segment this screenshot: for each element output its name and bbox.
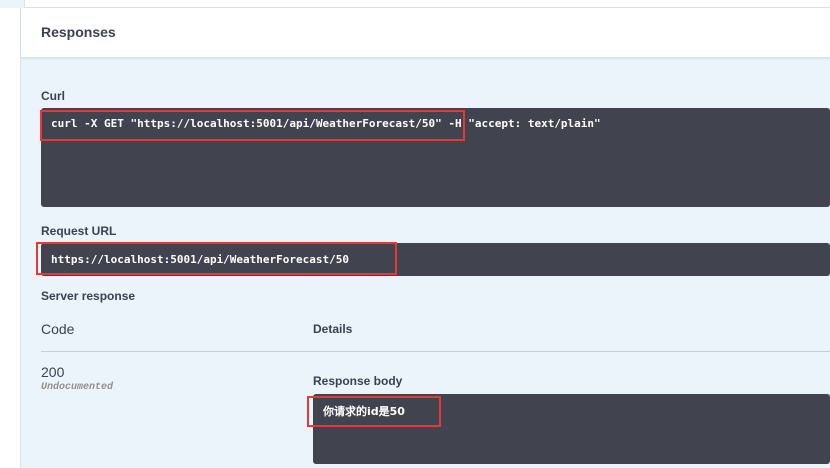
swagger-try-it-out-result: Responses Curl curl -X GET "https://loca… [0, 0, 830, 468]
response-status-code: 200 [41, 364, 65, 380]
undocumented-note: Undocumented [41, 382, 114, 393]
response-body-text: 你请求的id是50 [323, 405, 405, 418]
request-url-label: Request URL [41, 224, 117, 238]
previous-section-edge [0, 0, 830, 8]
response-body-block[interactable]: 你请求的id是50 [313, 394, 830, 464]
responses-title: Responses [41, 24, 116, 40]
curl-command-block[interactable]: curl -X GET "https://localhost:5001/api/… [41, 108, 830, 207]
details-column-header: Details [313, 322, 353, 336]
request-url-block[interactable]: https://localhost:5001/api/WeatherForeca… [41, 243, 830, 276]
curl-command-text: curl -X GET "https://localhost:5001/api/… [51, 117, 601, 130]
server-response-label: Server response [41, 289, 136, 303]
response-body-label: Response body [313, 374, 403, 388]
code-column-header: Code [41, 321, 75, 337]
request-url-text: https://localhost:5001/api/WeatherForeca… [51, 253, 350, 266]
header-divider [41, 351, 830, 352]
curl-label: Curl [41, 89, 65, 103]
responses-header: Responses [21, 8, 830, 58]
